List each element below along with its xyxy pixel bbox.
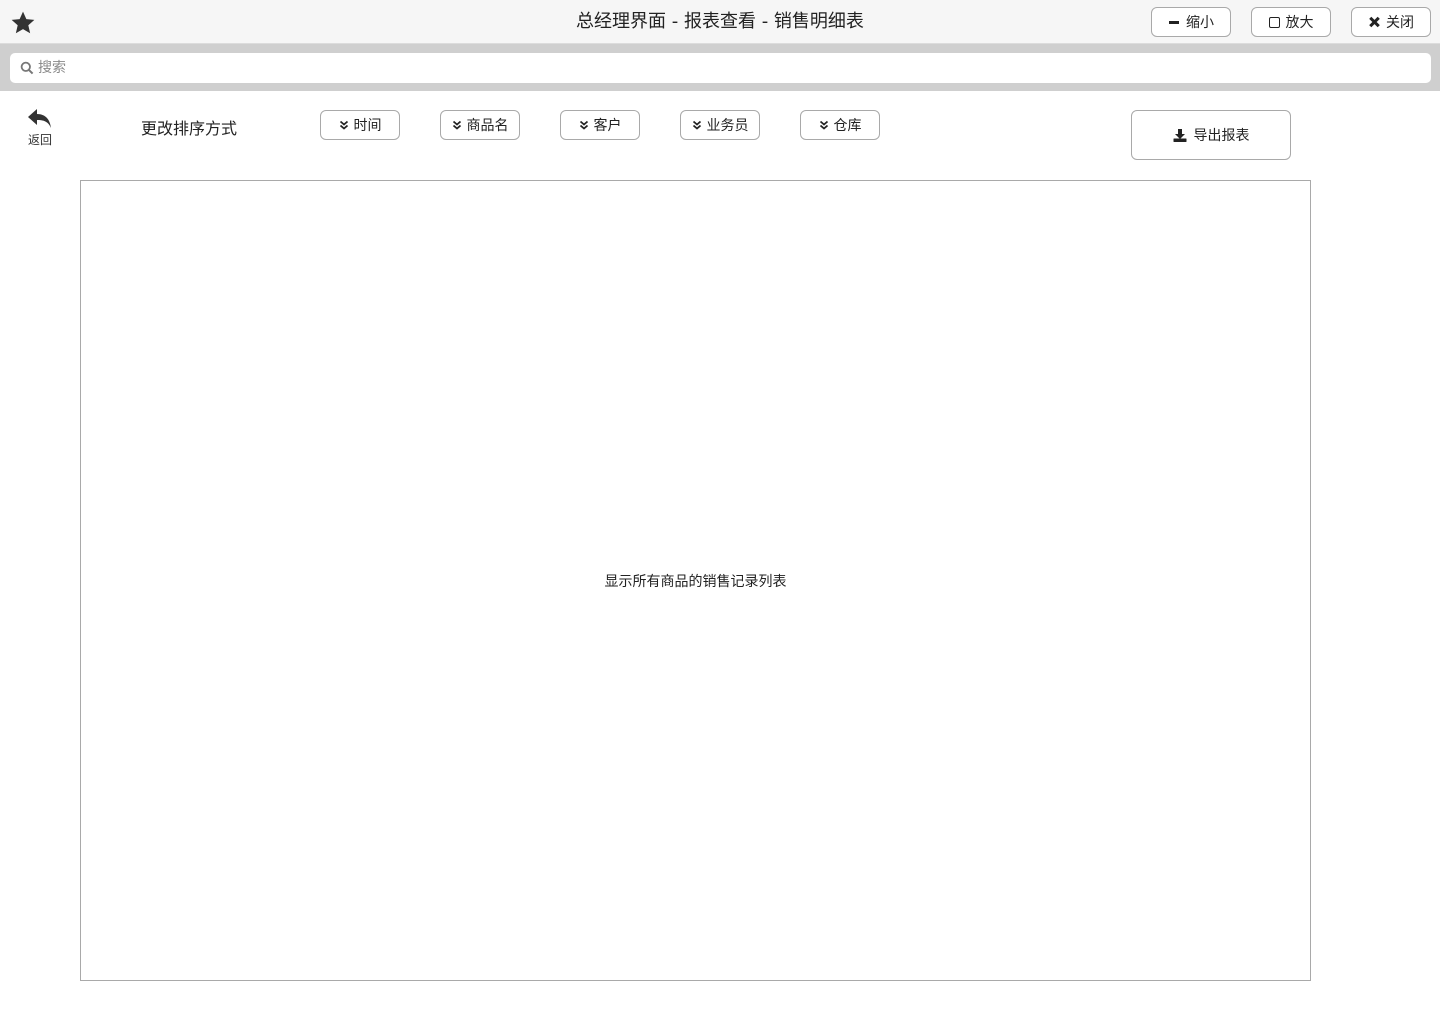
sort-warehouse-button[interactable]: 仓库 (800, 110, 880, 140)
star-icon[interactable] (10, 10, 36, 36)
sales-record-list[interactable]: 显示所有商品的销售记录列表 (80, 180, 1311, 981)
search-field[interactable] (10, 53, 1431, 83)
sort-product-name-label: 商品名 (466, 118, 509, 134)
sort-customer-label: 客户 (593, 118, 622, 134)
title-bar: 总经理界面 - 报表查看 - 销售明细表 缩小 放大 关闭 (0, 0, 1440, 44)
double-chevron-down-icon (819, 120, 828, 130)
sort-product-name-button[interactable]: 商品名 (440, 110, 520, 140)
search-input[interactable] (36, 53, 1416, 83)
back-button[interactable]: 返回 (22, 108, 58, 150)
sort-time-label: 时间 (353, 118, 382, 134)
sort-customer-button[interactable]: 客户 (560, 110, 640, 140)
download-icon (1173, 128, 1186, 142)
maximize-button[interactable]: 放大 (1251, 7, 1331, 37)
sort-warehouse-label: 仓库 (833, 118, 862, 134)
double-chevron-down-icon (692, 120, 701, 130)
list-placeholder-text: 显示所有商品的销售记录列表 (604, 573, 787, 590)
close-icon (1368, 16, 1380, 28)
double-chevron-down-icon (579, 120, 588, 130)
square-icon (1268, 16, 1280, 28)
sort-time-button[interactable]: 时间 (320, 110, 400, 140)
double-chevron-down-icon (452, 120, 461, 130)
export-report-label: 导出报表 (1193, 128, 1250, 144)
minus-icon (1168, 16, 1180, 28)
maximize-label: 放大 (1285, 15, 1314, 31)
minimize-label: 缩小 (1186, 15, 1214, 31)
sort-label: 更改排序方式 (141, 119, 238, 138)
close-label: 关闭 (1386, 15, 1414, 31)
search-bar (0, 44, 1440, 91)
double-chevron-down-icon (339, 120, 348, 130)
export-report-button[interactable]: 导出报表 (1131, 110, 1291, 160)
minimize-button[interactable]: 缩小 (1151, 7, 1231, 37)
search-icon (20, 61, 34, 75)
close-button[interactable]: 关闭 (1351, 7, 1431, 37)
sort-salesperson-button[interactable]: 业务员 (680, 110, 760, 140)
back-label: 返回 (27, 133, 52, 147)
reply-arrow-icon (28, 109, 51, 128)
sort-salesperson-label: 业务员 (706, 118, 749, 134)
